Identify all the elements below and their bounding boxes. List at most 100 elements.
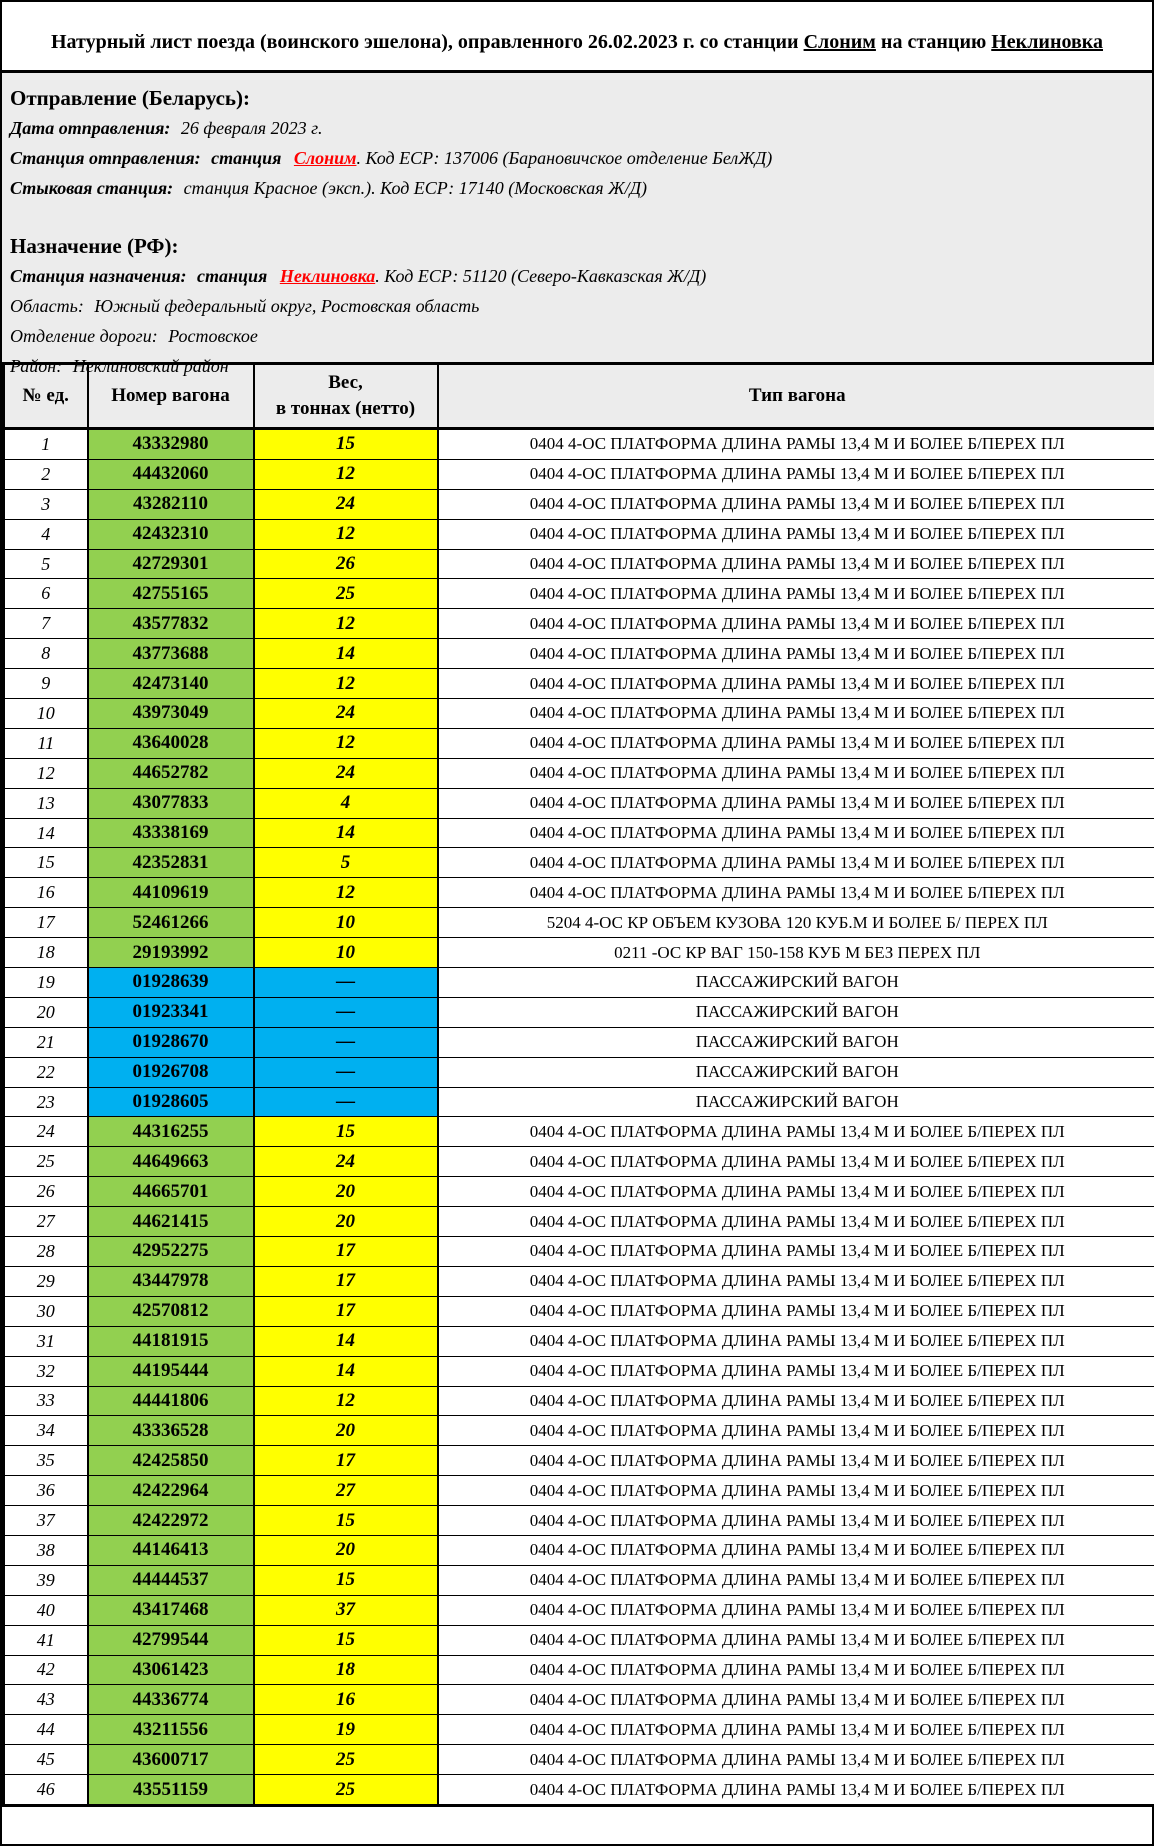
row-number-cell: 34 [4,1416,88,1446]
wagon-type-cell: 0404 4-ОС ПЛАТФОРМА ДЛИНА РАМЫ 13,4 М И … [438,489,1154,519]
train-manifest-document: { "colors": { "freight_wagon_bg": "#92D0… [0,0,1154,1846]
weight-cell: 12 [254,878,438,908]
table-row: 1043973049240404 4-ОС ПЛАТФОРМА ДЛИНА РА… [4,699,1154,729]
row-number-cell: 29 [4,1266,88,1296]
table-row: 4543600717250404 4-ОС ПЛАТФОРМА ДЛИНА РА… [4,1745,1154,1775]
wagon-number-cell: 43338169 [88,818,254,848]
weight-cell: 12 [254,1386,438,1416]
row-number-cell: 32 [4,1356,88,1386]
wagon-type-cell: 0404 4-ОС ПЛАТФОРМА ДЛИНА РАМЫ 13,4 М И … [438,519,1154,549]
weight-cell: 4 [254,788,438,818]
wagon-type-cell: 5204 4-ОС КР ОБЪЕМ КУЗОВА 120 КУБ.М И БО… [438,908,1154,938]
wagon-type-cell: 0404 4-ОС ПЛАТФОРМА ДЛИНА РАМЫ 13,4 М И … [438,1535,1154,1565]
row-number-cell: 43 [4,1685,88,1715]
weight-cell: 14 [254,1356,438,1386]
table-row: 2301928605—ПАССАЖИРСКИЙ ВАГОН [4,1087,1154,1117]
title-prefix: Натурный лист поезда (воинского эшелона)… [51,31,804,53]
wagon-number-cell: 01928639 [88,968,254,998]
wagon-number-cell: 43211556 [88,1715,254,1745]
destination-station-name: Неклиновка [280,266,375,286]
row-number-cell: 19 [4,968,88,998]
title-origin-station: Слоним [804,31,876,53]
route-info-block: Отправление (Беларусь): Дата отправления… [2,73,1152,362]
weight-cell: 15 [254,1506,438,1536]
wagon-number-cell: 29193992 [88,938,254,968]
wagon-type-cell: 0404 4-ОС ПЛАТФОРМА ДЛИНА РАМЫ 13,4 М И … [438,1326,1154,1356]
wagon-number-cell: 42799544 [88,1625,254,1655]
title-destination-station: Неклиновка [991,31,1103,53]
weight-cell: 26 [254,549,438,579]
destination-section-heading: Назначение (РФ): [10,233,1142,259]
wagon-number-cell: 44441806 [88,1386,254,1416]
wagon-type-cell: ПАССАЖИРСКИЙ ВАГОН [438,968,1154,998]
table-row: 154235283150404 4-ОС ПЛАТФОРМА ДЛИНА РАМ… [4,848,1154,878]
weight-cell: — [254,1027,438,1057]
row-number-cell: 17 [4,908,88,938]
weight-cell: 25 [254,579,438,609]
weight-cell: 12 [254,519,438,549]
row-number-cell: 7 [4,609,88,639]
table-row: 4043417468370404 4-ОС ПЛАТФОРМА ДЛИНА РА… [4,1595,1154,1625]
table-row: 4344336774160404 4-ОС ПЛАТФОРМА ДЛИНА РА… [4,1685,1154,1715]
wagon-type-cell: 0404 4-ОС ПЛАТФОРМА ДЛИНА РАМЫ 13,4 М И … [438,639,1154,669]
wagon-type-cell: 0404 4-ОС ПЛАТФОРМА ДЛИНА РАМЫ 13,4 М И … [438,1416,1154,1446]
row-number-cell: 30 [4,1296,88,1326]
junction-station-value: станция Красное (эксп.). Код ЕСР: 17140 … [184,178,647,198]
table-row: 1244652782240404 4-ОС ПЛАТФОРМА ДЛИНА РА… [4,758,1154,788]
row-number-cell: 20 [4,997,88,1027]
row-number-cell: 1 [4,429,88,460]
departure-date-label: Дата отправления: [10,118,170,138]
row-number-cell: 8 [4,639,88,669]
wagon-type-cell: 0404 4-ОС ПЛАТФОРМА ДЛИНА РАМЫ 13,4 М И … [438,878,1154,908]
wagon-type-cell: 0404 4-ОС ПЛАТФОРМА ДЛИНА РАМЫ 13,4 М И … [438,549,1154,579]
table-row: 4643551159250404 4-ОС ПЛАТФОРМА ДЛИНА РА… [4,1775,1154,1806]
wagon-number-cell: 43336528 [88,1416,254,1446]
wagon-number-cell: 44316255 [88,1117,254,1147]
departure-date-value: 26 февраля 2023 г. [181,118,323,138]
weight-cell: 12 [254,728,438,758]
table-row: 4142799544150404 4-ОС ПЛАТФОРМА ДЛИНА РА… [4,1625,1154,1655]
row-number-cell: 13 [4,788,88,818]
destination-station-code: . Код ЕСР: 51120 (Северо-Кавказская Ж/Д) [375,266,706,286]
wagon-type-cell: 0404 4-ОС ПЛАТФОРМА ДЛИНА РАМЫ 13,4 М И … [438,1266,1154,1296]
weight-cell: 14 [254,639,438,669]
wagon-type-cell: 0404 4-ОС ПЛАТФОРМА ДЛИНА РАМЫ 13,4 М И … [438,459,1154,489]
division-value: Ростовское [168,326,258,346]
wagon-number-cell: 52461266 [88,908,254,938]
table-row: 2444316255150404 4-ОС ПЛАТФОРМА ДЛИНА РА… [4,1117,1154,1147]
wagon-type-cell: 0404 4-ОС ПЛАТФОРМА ДЛИНА РАМЫ 13,4 М И … [438,669,1154,699]
table-row: 2001923341—ПАССАЖИРСКИЙ ВАГОН [4,997,1154,1027]
wagon-type-cell: 0404 4-ОС ПЛАТФОРМА ДЛИНА РАМЫ 13,4 М И … [438,1177,1154,1207]
region-line: Область: Южный федеральный округ, Ростов… [10,291,1142,321]
table-row: 3144181915140404 4-ОС ПЛАТФОРМА ДЛИНА РА… [4,1326,1154,1356]
wagon-number-cell: 44109619 [88,878,254,908]
row-number-cell: 37 [4,1506,88,1536]
table-row: 143332980150404 4-ОС ПЛАТФОРМА ДЛИНА РАМ… [4,429,1154,460]
wagon-number-cell: 44649663 [88,1147,254,1177]
junction-station-line: Стыковая станция: станция Красное (эксп.… [10,173,1142,203]
header-weight-line2: в тоннах (нетто) [276,398,415,419]
district-label: Район: [10,356,62,376]
weight-cell: 12 [254,669,438,699]
wagon-type-cell: ПАССАЖИРСКИЙ ВАГОН [438,1027,1154,1057]
weight-cell: — [254,1087,438,1117]
table-row: 1143640028120404 4-ОС ПЛАТФОРМА ДЛИНА РА… [4,728,1154,758]
row-number-cell: 16 [4,878,88,908]
wagon-number-cell: 44621415 [88,1207,254,1237]
table-row: 343282110240404 4-ОС ПЛАТФОРМА ДЛИНА РАМ… [4,489,1154,519]
wagon-type-cell: 0211 -ОС КР ВАГ 150-158 КУБ М БЕЗ ПЕРЕХ … [438,938,1154,968]
wagon-number-cell: 44181915 [88,1326,254,1356]
table-row: 4243061423180404 4-ОС ПЛАТФОРМА ДЛИНА РА… [4,1655,1154,1685]
table-row: 1901928639—ПАССАЖИРСКИЙ ВАГОН [4,968,1154,998]
wagon-type-cell: 0404 4-ОС ПЛАТФОРМА ДЛИНА РАМЫ 13,4 М И … [438,1506,1154,1536]
destination-station-line: Станция назначения: станция Неклиновка. … [10,261,1142,291]
weight-cell: 24 [254,489,438,519]
weight-cell: 25 [254,1745,438,1775]
row-number-cell: 39 [4,1565,88,1595]
weight-cell: 17 [254,1446,438,1476]
row-number-cell: 10 [4,699,88,729]
division-label: Отделение дороги: [10,326,158,346]
wagon-number-cell: 01923341 [88,997,254,1027]
table-row: 244432060120404 4-ОС ПЛАТФОРМА ДЛИНА РАМ… [4,459,1154,489]
row-number-cell: 38 [4,1535,88,1565]
